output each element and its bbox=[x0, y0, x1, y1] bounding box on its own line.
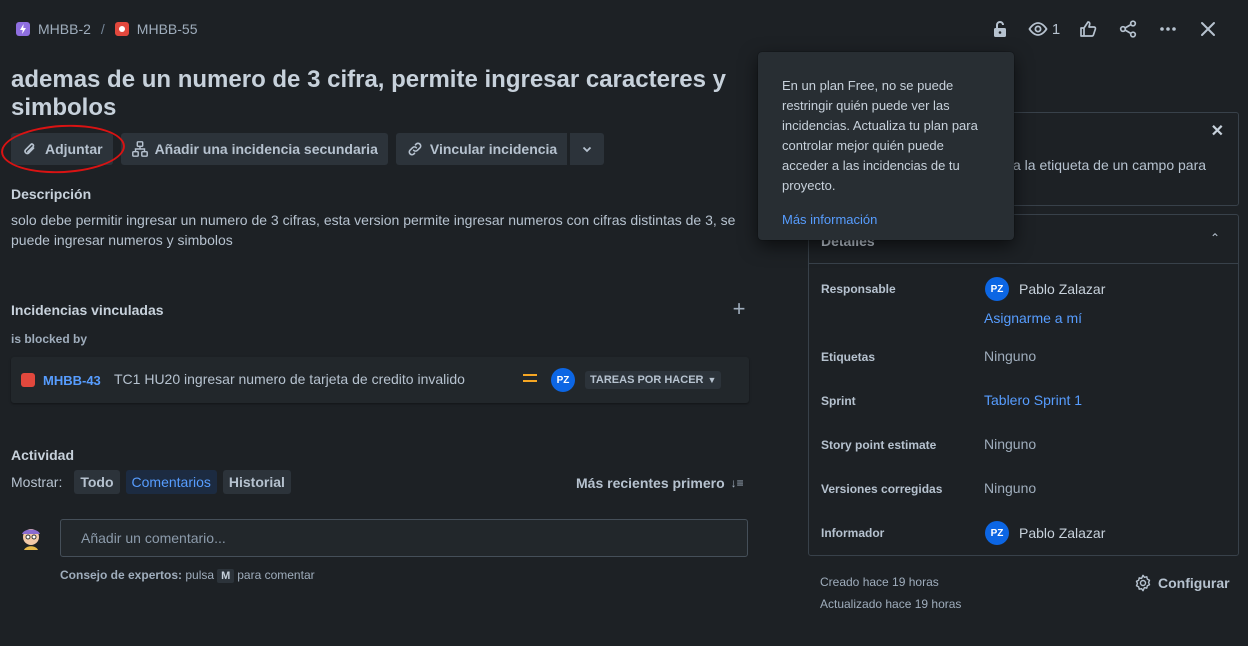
avatar: PZ bbox=[985, 521, 1009, 545]
sort-label: Más recientes primero bbox=[576, 475, 725, 491]
assignee-field[interactable]: PZ Pablo Zalazar bbox=[985, 277, 1105, 301]
attach-button[interactable]: Adjuntar bbox=[0, 121, 127, 177]
linked-issue-row[interactable]: MHBB-43 TC1 HU20 ingresar numero de tarj… bbox=[11, 357, 749, 403]
sprint-value[interactable]: Tablero Sprint 1 bbox=[984, 392, 1082, 408]
linked-issue-summary[interactable]: TC1 HU20 ingresar numero de tarjeta de c… bbox=[114, 371, 465, 387]
assignee-label: Responsable bbox=[821, 282, 896, 296]
labels-label: Etiquetas bbox=[821, 350, 876, 364]
lock-button[interactable] bbox=[980, 14, 1020, 44]
link-relation-label: is blocked by bbox=[11, 332, 88, 346]
more-icon bbox=[1160, 27, 1176, 31]
sort-order-button[interactable]: Más recientes primero ↓≡ bbox=[576, 475, 744, 491]
watch-count: 1 bbox=[1051, 20, 1061, 38]
chevron-down-icon: ▼ bbox=[707, 375, 717, 385]
configure-button[interactable]: Configurar bbox=[1134, 574, 1230, 592]
divider bbox=[809, 263, 1238, 264]
add-child-issue-button[interactable]: Añadir una incidencia secundaria bbox=[120, 133, 388, 165]
description-text[interactable]: solo debe permitir ingresar un numero de… bbox=[11, 210, 741, 250]
thumbs-up-icon bbox=[1080, 21, 1097, 37]
comment-input[interactable]: Añadir un comentario... bbox=[60, 519, 748, 557]
configure-label: Configurar bbox=[1158, 575, 1230, 591]
story-points-label: Story point estimate bbox=[821, 438, 937, 452]
status-label: TAREAS POR HACER bbox=[590, 374, 704, 386]
assign-to-me-link[interactable]: Asignarme a mí bbox=[984, 310, 1082, 326]
assignee-name: Pablo Zalazar bbox=[1019, 281, 1106, 297]
gear-icon bbox=[1135, 574, 1151, 592]
story-points-value[interactable]: Ninguno bbox=[984, 436, 1036, 452]
share-icon bbox=[1119, 20, 1137, 38]
fix-versions-value[interactable]: Ninguno bbox=[984, 480, 1036, 496]
chevron-down-icon bbox=[583, 146, 592, 153]
avatar: PZ bbox=[985, 277, 1009, 301]
reporter-field[interactable]: PZ Pablo Zalazar bbox=[985, 521, 1105, 545]
reporter-name: Pablo Zalazar bbox=[1019, 525, 1106, 541]
add-child-label: Añadir una incidencia secundaria bbox=[154, 141, 378, 157]
status-dropdown[interactable]: TAREAS POR HACER ▼ bbox=[585, 371, 722, 389]
bug-icon bbox=[21, 373, 35, 387]
more-actions-button[interactable] bbox=[1148, 14, 1188, 44]
paperclip-icon bbox=[24, 143, 35, 155]
sprint-label: Sprint bbox=[821, 394, 856, 408]
add-linked-issue-icon[interactable]: + bbox=[728, 298, 750, 320]
created-timestamp: Creado hace 19 horas bbox=[820, 575, 939, 589]
linked-issues-heading: Incidencias vinculadas bbox=[11, 302, 164, 318]
keyboard-key: M bbox=[217, 569, 235, 583]
priority-medium-icon bbox=[523, 374, 537, 386]
close-button[interactable] bbox=[1188, 14, 1228, 44]
filter-comments-button[interactable]: Comentarios bbox=[125, 470, 217, 494]
attach-label: Adjuntar bbox=[45, 141, 103, 157]
popup-text: En un plan Free, no se puede restringir … bbox=[782, 78, 978, 193]
bug-icon bbox=[114, 22, 129, 36]
link-icon bbox=[408, 142, 422, 156]
more-info-link[interactable]: Más información bbox=[782, 210, 990, 230]
unlock-icon bbox=[994, 21, 1006, 37]
activity-heading: Actividad bbox=[11, 447, 75, 463]
linked-issue-key[interactable]: MHBB-43 bbox=[43, 373, 101, 388]
epic-icon bbox=[16, 22, 30, 36]
close-icon bbox=[1201, 22, 1215, 36]
tip-suffix: para comentar bbox=[237, 568, 315, 582]
issue-actions: Adjuntar Añadir una incidencia secundari… bbox=[0, 121, 605, 177]
details-panel: Detalles ⌃ Responsable PZ Pablo Zalazar … bbox=[808, 214, 1239, 556]
watch-button[interactable]: 1 bbox=[1020, 14, 1068, 44]
share-button[interactable] bbox=[1108, 14, 1148, 44]
filter-all-button[interactable]: Todo bbox=[74, 470, 120, 494]
tip-prefix: Consejo de expertos: bbox=[60, 568, 183, 582]
more-actions-dropdown[interactable] bbox=[569, 133, 605, 165]
pro-tip: Consejo de expertos: pulsa Mpara comentar bbox=[60, 568, 315, 583]
show-label: Mostrar: bbox=[11, 474, 63, 490]
link-issue-label: Vincular incidencia bbox=[429, 141, 558, 157]
fix-versions-label: Versiones corregidas bbox=[821, 482, 943, 496]
breadcrumb-parent-link[interactable]: MHBB-2 bbox=[38, 21, 91, 37]
filter-history-button[interactable]: Historial bbox=[222, 470, 291, 494]
tip-mid: pulsa bbox=[185, 568, 215, 582]
current-user-avatar bbox=[16, 524, 46, 554]
activity-filter: Mostrar: Todo Comentarios Historial bbox=[11, 470, 291, 494]
dismiss-icon[interactable]: ✕ bbox=[1211, 121, 1224, 141]
description-heading: Descripción bbox=[11, 186, 92, 202]
chevron-up-icon[interactable]: ⌃ bbox=[1210, 231, 1220, 245]
issue-title[interactable]: ademas de un numero de 3 cifra, permite … bbox=[11, 66, 731, 122]
eye-icon bbox=[1028, 22, 1048, 36]
vote-button[interactable] bbox=[1068, 14, 1108, 44]
link-issue-button[interactable]: Vincular incidencia bbox=[395, 133, 568, 165]
notice-text: a la etiqueta de un campo para bbox=[1013, 157, 1207, 173]
issue-toolbar: 1 bbox=[980, 14, 1228, 44]
breadcrumb-separator: / bbox=[100, 21, 105, 37]
hierarchy-icon bbox=[131, 141, 148, 157]
labels-value[interactable]: Ninguno bbox=[984, 348, 1036, 364]
reporter-label: Informador bbox=[821, 526, 885, 540]
sort-icon: ↓≡ bbox=[730, 476, 744, 490]
breadcrumb: MHBB-2 / MHBB-55 bbox=[16, 20, 197, 38]
updated-timestamp: Actualizado hace 19 horas bbox=[820, 597, 962, 611]
avatar[interactable]: PZ bbox=[551, 368, 575, 392]
restriction-popup: En un plan Free, no se puede restringir … bbox=[758, 52, 1014, 240]
breadcrumb-issue-link[interactable]: MHBB-55 bbox=[137, 21, 198, 37]
